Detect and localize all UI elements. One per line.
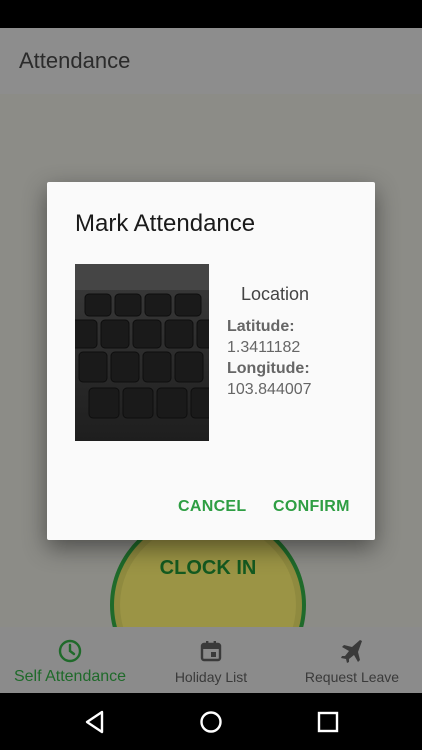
cancel-button[interactable]: CANCEL bbox=[178, 498, 246, 516]
captured-photo bbox=[75, 264, 209, 441]
nav-holiday-list[interactable]: Holiday List bbox=[140, 627, 282, 693]
nav-request-leave[interactable]: Request Leave bbox=[282, 627, 422, 693]
latitude-label: Latitude: bbox=[227, 318, 295, 335]
longitude-value: 103.844007 bbox=[227, 381, 312, 398]
system-navigation-bar bbox=[0, 693, 422, 750]
airplane-icon bbox=[341, 640, 362, 663]
latitude-value: 1.3411182 bbox=[227, 339, 301, 356]
nav-holiday-list-label: Holiday List bbox=[174, 669, 248, 685]
back-icon[interactable] bbox=[82, 709, 108, 735]
dialog-title: Mark Attendance bbox=[75, 210, 256, 237]
home-icon[interactable] bbox=[198, 709, 224, 735]
nav-self-attendance[interactable]: Self Attendance bbox=[0, 627, 140, 693]
status-bar bbox=[0, 0, 422, 28]
longitude-label: Longitude: bbox=[227, 360, 310, 377]
location-heading: Location bbox=[241, 284, 310, 304]
confirm-button[interactable]: CONFIRM bbox=[273, 498, 350, 516]
mark-attendance-dialog: Mark Attendance Location Latitude: 1.341… bbox=[47, 182, 375, 540]
clock-in-label: CLOCK IN bbox=[159, 557, 257, 579]
recents-icon[interactable] bbox=[315, 709, 341, 735]
page-title: Attendance bbox=[19, 48, 131, 73]
nav-request-leave-label: Request Leave bbox=[304, 669, 400, 685]
keyboard-photo-image bbox=[75, 264, 209, 441]
nav-self-attendance-label: Self Attendance bbox=[13, 668, 127, 685]
calendar-icon bbox=[200, 641, 222, 662]
clock-icon bbox=[58, 639, 82, 663]
app-bar: Attendance bbox=[0, 28, 422, 94]
bottom-nav: Self Attendance Holiday List Request Lea… bbox=[0, 627, 422, 693]
